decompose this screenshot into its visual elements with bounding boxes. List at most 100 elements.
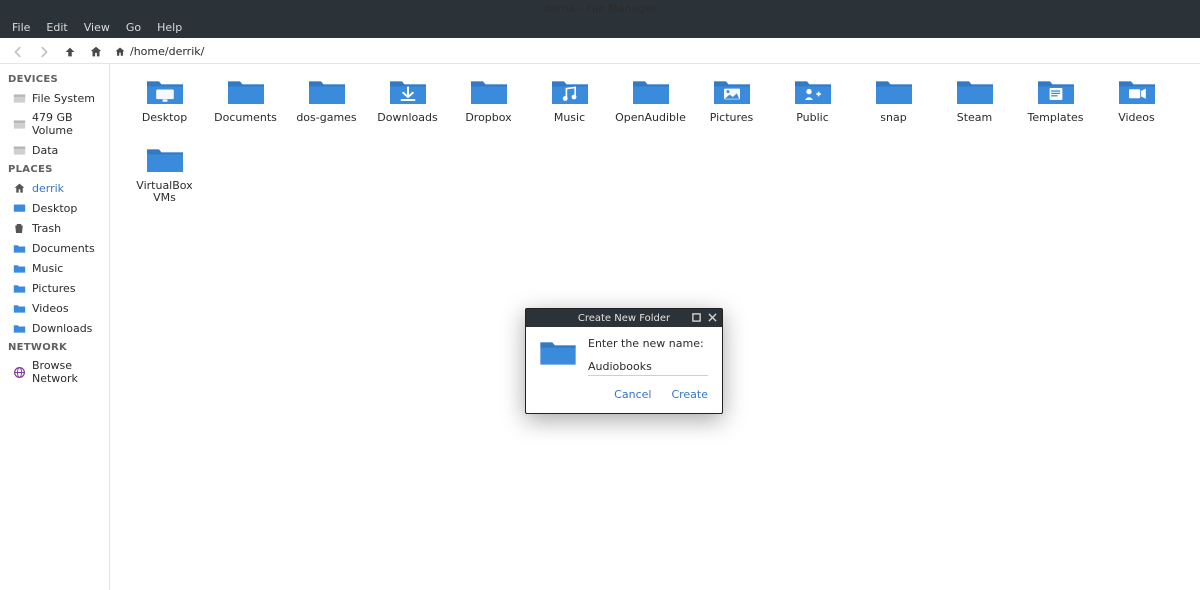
menu-view[interactable]: View bbox=[78, 19, 116, 36]
dialog-maximize-button[interactable] bbox=[690, 311, 702, 323]
window-title: derrik - File Manager bbox=[543, 2, 656, 15]
toolbar: /home/derrik/ bbox=[0, 40, 1200, 64]
nav-up-button[interactable] bbox=[62, 44, 78, 60]
sidebar-item-downloads[interactable]: Downloads bbox=[2, 318, 107, 338]
sidebar-item-derrik[interactable]: derrik bbox=[2, 178, 107, 198]
sidebar-item-label: File System bbox=[32, 92, 95, 105]
folder-virtualbox-vms[interactable]: VirtualBox VMs bbox=[124, 144, 205, 204]
folder-label: Templates bbox=[1028, 112, 1084, 124]
sidebar-item-label: Browse Network bbox=[32, 359, 101, 385]
sidebar-item-trash[interactable]: Trash bbox=[2, 218, 107, 238]
path-bar[interactable]: /home/derrik/ bbox=[114, 45, 204, 58]
folder-label: dos-games bbox=[296, 112, 356, 124]
sidebar-item-music[interactable]: Music bbox=[2, 258, 107, 278]
sidebar-header: PLACES bbox=[2, 160, 107, 178]
sidebar-item-label: Music bbox=[32, 262, 63, 275]
folder-icon bbox=[550, 76, 590, 106]
nav-home-button[interactable] bbox=[88, 44, 104, 60]
dialog-create-button[interactable]: Create bbox=[671, 388, 708, 401]
dialog-cancel-button[interactable]: Cancel bbox=[614, 388, 651, 401]
path-text: /home/derrik/ bbox=[130, 45, 204, 58]
window-titlebar: derrik - File Manager bbox=[0, 0, 1200, 16]
sidebar-item-479-gb-volume[interactable]: 479 GB Volume bbox=[2, 108, 107, 140]
sidebar-item-videos[interactable]: Videos bbox=[2, 298, 107, 318]
folder-public[interactable]: Public bbox=[772, 76, 853, 136]
folder-icon bbox=[226, 76, 266, 106]
dialog-close-button[interactable] bbox=[706, 311, 718, 323]
folder-icon bbox=[874, 76, 914, 106]
dialog-prompt: Enter the new name: bbox=[588, 337, 710, 350]
folder-openaudible[interactable]: OpenAudible bbox=[610, 76, 691, 136]
sidebar: DEVICESFile System479 GB VolumeDataPLACE… bbox=[0, 64, 110, 590]
sidebar-item-label: derrik bbox=[32, 182, 64, 195]
folder-music[interactable]: Music bbox=[529, 76, 610, 136]
folder-label: Dropbox bbox=[465, 112, 511, 124]
create-folder-dialog: Create New Folder Enter the new name: Ca… bbox=[525, 308, 723, 414]
folder-label: Steam bbox=[957, 112, 993, 124]
network-icon bbox=[12, 365, 26, 379]
folder-label: Pictures bbox=[710, 112, 754, 124]
folder-pictures[interactable]: Pictures bbox=[691, 76, 772, 136]
sidebar-item-file-system[interactable]: File System bbox=[2, 88, 107, 108]
folder-label: VirtualBox VMs bbox=[126, 180, 204, 204]
menu-edit[interactable]: Edit bbox=[40, 19, 73, 36]
folder-dos-games[interactable]: dos-games bbox=[286, 76, 367, 136]
sidebar-item-label: Data bbox=[32, 144, 58, 157]
folder-icon bbox=[793, 76, 833, 106]
folder-icon bbox=[12, 241, 26, 255]
nav-forward-button[interactable] bbox=[36, 44, 52, 60]
folder-icon bbox=[955, 76, 995, 106]
folder-dropbox[interactable]: Dropbox bbox=[448, 76, 529, 136]
dialog-title: Create New Folder bbox=[578, 313, 670, 324]
sidebar-item-label: Downloads bbox=[32, 322, 92, 335]
disk-icon bbox=[12, 143, 26, 157]
folder-steam[interactable]: Steam bbox=[934, 76, 1015, 136]
folder-icon bbox=[1117, 76, 1157, 106]
folder-icon bbox=[12, 261, 26, 275]
sidebar-item-data[interactable]: Data bbox=[2, 140, 107, 160]
folder-icon bbox=[469, 76, 509, 106]
sidebar-item-label: Desktop bbox=[32, 202, 77, 215]
sidebar-item-desktop[interactable]: Desktop bbox=[2, 198, 107, 218]
folder-documents[interactable]: Documents bbox=[205, 76, 286, 136]
folder-icon bbox=[712, 76, 752, 106]
folder-videos[interactable]: Videos bbox=[1096, 76, 1177, 136]
folder-label: Music bbox=[554, 112, 585, 124]
folder-snap[interactable]: snap bbox=[853, 76, 934, 136]
folder-icon bbox=[12, 321, 26, 335]
folder-icon bbox=[388, 76, 428, 106]
sidebar-item-label: Pictures bbox=[32, 282, 76, 295]
sidebar-item-documents[interactable]: Documents bbox=[2, 238, 107, 258]
folder-icon bbox=[307, 76, 347, 106]
dialog-name-input[interactable] bbox=[588, 358, 708, 376]
folder-label: Downloads bbox=[377, 112, 437, 124]
sidebar-header: NETWORK bbox=[2, 338, 107, 356]
menubar: FileEdit ViewGoHelp bbox=[0, 16, 1200, 38]
folder-label: Videos bbox=[1118, 112, 1155, 124]
sidebar-item-label: Documents bbox=[32, 242, 95, 255]
sidebar-item-label: Videos bbox=[32, 302, 69, 315]
menu-file[interactable]: File bbox=[6, 19, 36, 36]
dialog-folder-icon bbox=[538, 337, 578, 370]
folder-downloads[interactable]: Downloads bbox=[367, 76, 448, 136]
disk-icon bbox=[12, 91, 26, 105]
folder-templates[interactable]: Templates bbox=[1015, 76, 1096, 136]
folder-label: Desktop bbox=[142, 112, 187, 124]
sidebar-item-pictures[interactable]: Pictures bbox=[2, 278, 107, 298]
folder-icon bbox=[12, 281, 26, 295]
folder-icon bbox=[12, 301, 26, 315]
home-icon bbox=[12, 181, 26, 195]
folder-desktop[interactable]: Desktop bbox=[124, 76, 205, 136]
nav-back-button[interactable] bbox=[10, 44, 26, 60]
desktop-icon bbox=[12, 201, 26, 215]
menu-help[interactable]: Help bbox=[151, 19, 188, 36]
sidebar-item-browse-network[interactable]: Browse Network bbox=[2, 356, 107, 388]
folder-icon bbox=[1036, 76, 1076, 106]
trash-icon bbox=[12, 221, 26, 235]
disk-icon bbox=[12, 117, 26, 131]
folder-icon bbox=[145, 76, 185, 106]
folder-icon bbox=[145, 144, 185, 174]
folder-label: snap bbox=[880, 112, 906, 124]
dialog-titlebar[interactable]: Create New Folder bbox=[526, 309, 722, 327]
menu-go[interactable]: Go bbox=[120, 19, 147, 36]
